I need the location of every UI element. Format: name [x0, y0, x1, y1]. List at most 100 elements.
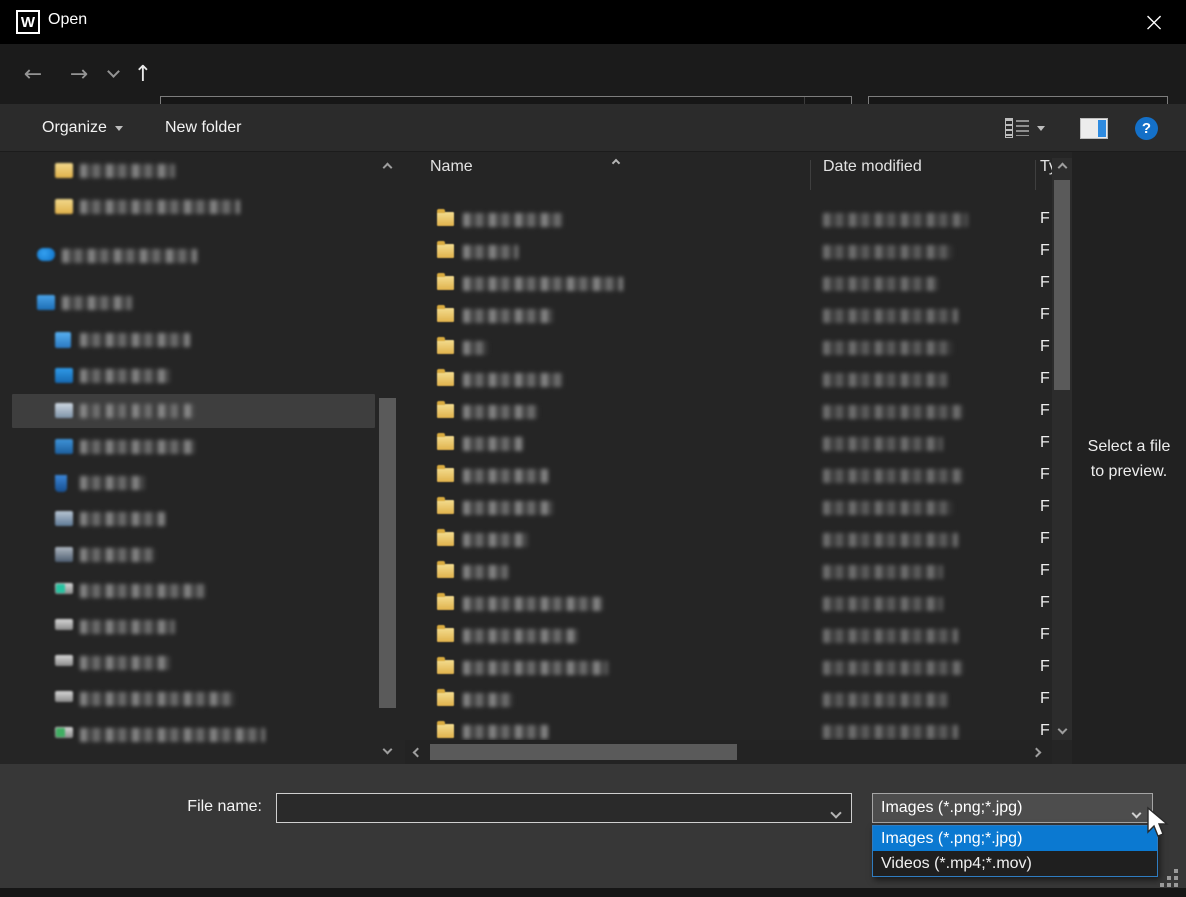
list-hscrollbar-thumb[interactable] — [430, 744, 737, 760]
dialog-footer: File name: Images (*.png;*.jpg) Images (… — [0, 764, 1186, 888]
folder-icon — [437, 308, 454, 322]
table-row[interactable]: F — [405, 524, 1052, 556]
redacted-date-modified — [823, 437, 943, 451]
forward-button[interactable]: → — [64, 44, 94, 104]
up-button[interactable]: ↑ — [130, 44, 156, 104]
type-cell: F — [1040, 530, 1050, 548]
sidebar-item[interactable] — [0, 573, 400, 609]
redacted-file-name — [463, 597, 603, 611]
type-cell: F — [1040, 402, 1050, 420]
table-row[interactable]: F — [405, 620, 1052, 652]
table-row[interactable]: F — [405, 492, 1052, 524]
sort-ascending-icon — [613, 153, 619, 171]
file-type-option[interactable]: Images (*.png;*.jpg) — [873, 826, 1157, 851]
sidebar-item[interactable] — [0, 322, 400, 358]
redacted-file-name — [463, 661, 608, 675]
list-scrollbar-thumb[interactable] — [1054, 180, 1070, 390]
type-cell: F — [1040, 626, 1050, 644]
redacted-sidebar-label — [80, 728, 265, 742]
list-scroll-up-icon[interactable] — [1052, 158, 1072, 176]
sidebar-item[interactable] — [0, 153, 400, 189]
file-type-option[interactable]: Videos (*.mp4;*.mov) — [873, 851, 1157, 876]
window-title: Open — [48, 11, 87, 29]
file-type-dropdown-list: Images (*.png;*.jpg)Videos (*.mp4;*.mov) — [872, 825, 1158, 877]
recent-locations-chevron-icon[interactable] — [102, 44, 124, 104]
column-separator[interactable] — [810, 160, 811, 190]
sidebar-scroll-down-icon[interactable] — [377, 742, 397, 760]
redacted-date-modified — [823, 309, 958, 323]
sidebar-scrollbar-thumb[interactable] — [379, 398, 396, 708]
file-name-dropdown-chevron-icon[interactable] — [832, 804, 840, 822]
new-folder-button[interactable]: New folder — [165, 104, 241, 152]
type-cell: F — [1040, 562, 1050, 580]
table-row[interactable]: F — [405, 428, 1052, 460]
back-button[interactable]: ← — [18, 44, 48, 104]
redacted-file-name — [463, 469, 548, 483]
sidebar-item[interactable] — [0, 429, 400, 465]
sidebar-item[interactable] — [0, 238, 400, 274]
type-cell: F — [1040, 722, 1050, 740]
redacted-sidebar-label — [62, 249, 197, 263]
sidebar-item[interactable] — [0, 681, 400, 717]
file-list: Name Date modified Type FFFFFFFFFFFFFFFF… — [405, 152, 1052, 740]
list-scroll-right-icon[interactable] — [1026, 743, 1046, 761]
sidebar-item[interactable] — [0, 537, 400, 573]
redacted-file-name — [463, 405, 538, 419]
title-bar: W Open × — [0, 0, 1186, 44]
sidebar-item[interactable] — [0, 189, 400, 225]
resize-grip[interactable] — [1160, 869, 1180, 889]
help-button[interactable]: ? — [1135, 104, 1158, 152]
table-row[interactable]: F — [405, 396, 1052, 428]
redacted-date-modified — [823, 341, 953, 355]
table-row[interactable]: F — [405, 332, 1052, 364]
redacted-file-name — [463, 245, 518, 259]
list-scroll-down-icon[interactable] — [1052, 722, 1072, 740]
table-row[interactable]: F — [405, 204, 1052, 236]
table-row[interactable]: F — [405, 684, 1052, 716]
redacted-date-modified — [823, 533, 958, 547]
redacted-sidebar-label — [80, 584, 205, 598]
preview-pane-button[interactable] — [1080, 104, 1108, 152]
table-row[interactable]: F — [405, 652, 1052, 684]
change-view-button[interactable] — [1005, 104, 1045, 152]
column-header-type[interactable]: Type — [1040, 158, 1052, 176]
column-separator[interactable] — [1035, 160, 1036, 190]
drive-gray-icon — [55, 655, 73, 666]
column-header-name[interactable]: Name — [430, 158, 473, 176]
sidebar-item[interactable] — [0, 358, 400, 394]
type-cell: F — [1040, 306, 1050, 324]
redacted-date-modified — [823, 693, 948, 707]
sidebar-item[interactable] — [0, 393, 400, 429]
drive-gray-icon — [55, 691, 73, 702]
view-dropdown-caret-icon[interactable] — [1037, 126, 1045, 131]
list-scroll-left-icon[interactable] — [407, 743, 427, 761]
table-row[interactable]: F — [405, 556, 1052, 588]
sidebar-item[interactable] — [0, 609, 400, 645]
folder-icon — [55, 163, 73, 178]
redacted-date-modified — [823, 469, 963, 483]
sidebar-item[interactable] — [0, 285, 400, 321]
table-row[interactable]: F — [405, 236, 1052, 268]
column-header-date-modified[interactable]: Date modified — [823, 158, 922, 176]
sidebar-item[interactable] — [0, 645, 400, 681]
redacted-file-name — [463, 565, 508, 579]
file-type-combobox[interactable]: Images (*.png;*.jpg) — [872, 793, 1153, 823]
close-icon[interactable]: × — [1132, 2, 1176, 42]
pc-icon — [37, 295, 55, 310]
cloud-icon — [37, 248, 55, 261]
organize-button[interactable]: Organize — [42, 104, 123, 152]
sidebar-item[interactable] — [0, 717, 400, 753]
file-name-input[interactable] — [276, 793, 852, 823]
redacted-sidebar-label — [80, 404, 195, 418]
sidebar-item[interactable] — [0, 501, 400, 537]
redacted-file-name — [463, 693, 513, 707]
table-row[interactable]: F — [405, 460, 1052, 492]
table-row[interactable]: F — [405, 300, 1052, 332]
sidebar-item[interactable] — [0, 465, 400, 501]
sidebar-scroll-up-icon[interactable] — [377, 158, 397, 176]
table-row[interactable]: F — [405, 588, 1052, 620]
table-row[interactable]: F — [405, 268, 1052, 300]
table-row[interactable]: F — [405, 364, 1052, 396]
drive-teal-icon — [55, 583, 73, 594]
table-row[interactable]: F — [405, 716, 1052, 740]
